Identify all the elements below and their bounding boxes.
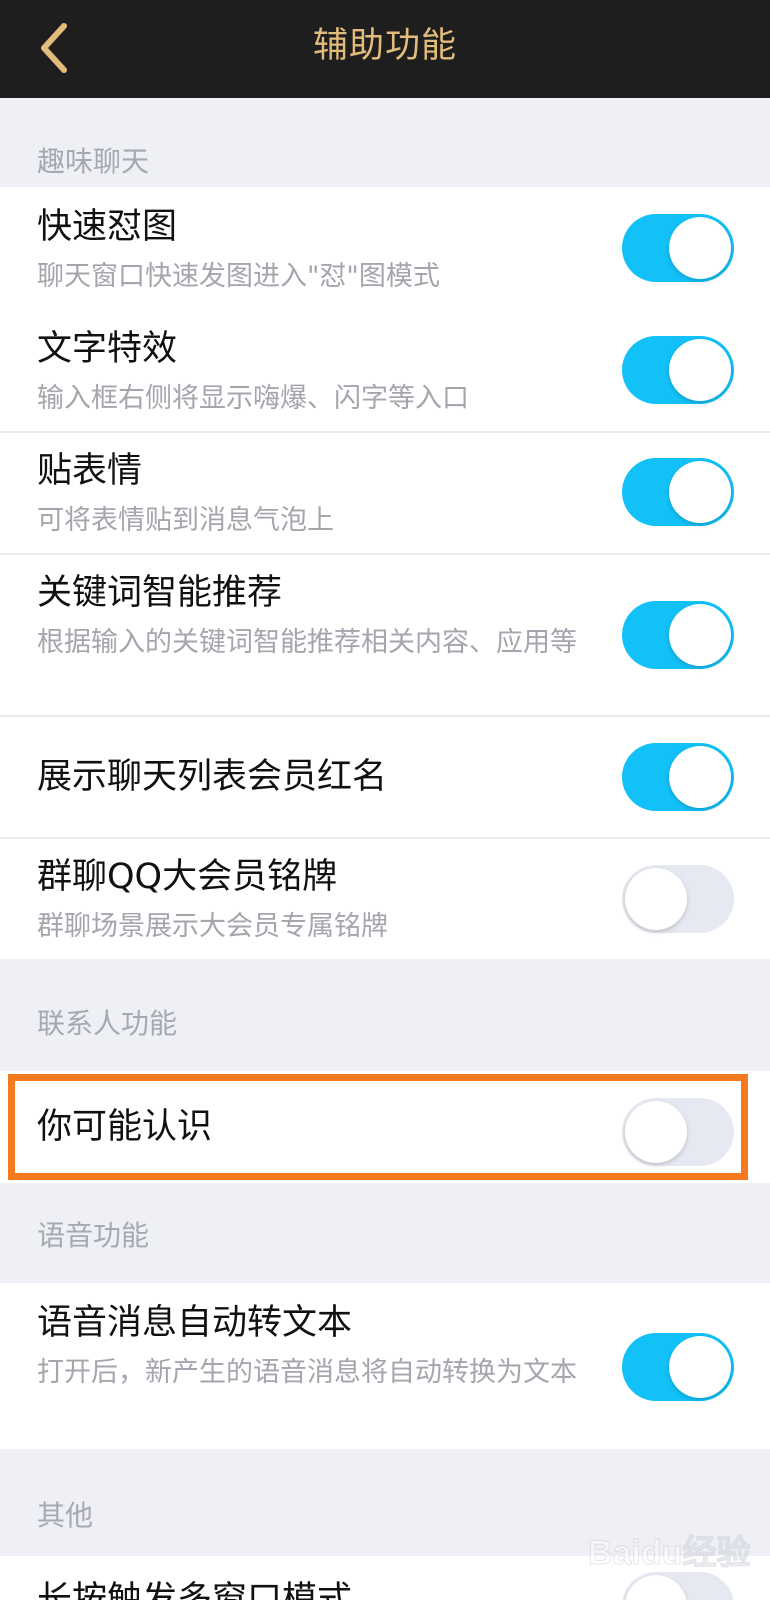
section-header-voice: 语音功能: [37, 1219, 150, 1252]
setting-title: 展示聊天列表会员红名: [37, 757, 388, 797]
toggle-knob: [669, 604, 731, 666]
toggle-knob: [669, 339, 731, 401]
toggle-knob: [669, 1336, 731, 1398]
setting-title: 语音消息自动转文本: [37, 1303, 353, 1343]
watermark-text: Baidu经验: [588, 1533, 750, 1572]
baidu-watermark-logo: Baidu经验: [588, 1522, 758, 1582]
section-header-contacts: 联系人功能: [37, 1007, 178, 1040]
setting-title: 长按触发多窗口模式: [37, 1580, 353, 1600]
setting-subtitle: 打开后，新产生的语音消息将自动转换为文本: [37, 1357, 577, 1388]
setting-row-text-effects: 文字特效 输入框右侧将显示嗨爆、闪字等入口: [0, 309, 770, 431]
setting-row-vip-red-name: 展示聊天列表会员红名: [0, 717, 770, 837]
setting-subtitle: 输入框右侧将显示嗨爆、闪字等入口: [37, 383, 469, 414]
toggle-knob: [669, 461, 731, 523]
setting-title: 你可能认识: [37, 1107, 213, 1147]
setting-subtitle: 聊天窗口快速发图进入"怼"图模式: [37, 261, 440, 292]
setting-title: 贴表情: [37, 451, 143, 491]
section-fun-chat: 快速怼图 聊天窗口快速发图进入"怼"图模式 文字特效 输入框右侧将显示嗨爆、闪字…: [0, 187, 770, 959]
setting-subtitle: 群聊场景展示大会员专属铭牌: [37, 911, 388, 942]
toggle-knob: [625, 1101, 687, 1163]
section-contacts: 你可能认识: [0, 1071, 770, 1183]
section-header-other: 其他: [37, 1499, 94, 1532]
toggle-switch-text-effects[interactable]: [622, 336, 734, 404]
setting-title: 关键词智能推荐: [37, 573, 283, 613]
toggle-knob: [669, 746, 731, 808]
toggle-switch-group-badge[interactable]: [622, 865, 734, 933]
section-voice: 语音消息自动转文本 打开后，新产生的语音消息将自动转换为文本: [0, 1283, 770, 1449]
toggle-switch-people-you-may-know[interactable]: [622, 1098, 734, 1166]
toggle-knob: [669, 217, 731, 279]
setting-row-keyword-recommend: 关键词智能推荐 根据输入的关键词智能推荐相关内容、应用等: [0, 555, 770, 715]
toggle-switch-keyword-recommend[interactable]: [622, 601, 734, 669]
setting-subtitle: 可将表情贴到消息气泡上: [37, 505, 334, 536]
setting-title: 文字特效: [37, 329, 178, 369]
setting-title: 群聊QQ大会员铭牌: [37, 857, 338, 897]
toggle-switch-vip-red-name[interactable]: [622, 743, 734, 811]
setting-row-people-you-may-know: 你可能认识: [0, 1071, 770, 1183]
navigation-bar: 辅助功能: [0, 0, 770, 98]
section-header-fun-chat: 趣味聊天: [37, 145, 150, 178]
setting-row-group-badge: 群聊QQ大会员铭牌 群聊场景展示大会员专属铭牌: [0, 839, 770, 959]
setting-row-quick-image: 快速怼图 聊天窗口快速发图进入"怼"图模式: [0, 187, 770, 309]
page-title: 辅助功能: [312, 26, 457, 66]
toggle-switch-quick-image[interactable]: [622, 214, 734, 282]
setting-title: 快速怼图: [37, 207, 178, 247]
setting-subtitle: 根据输入的关键词智能推荐相关内容、应用等: [37, 627, 577, 658]
toggle-knob: [625, 868, 687, 930]
setting-row-sticker: 贴表情 可将表情贴到消息气泡上: [0, 433, 770, 553]
setting-row-voice-to-text: 语音消息自动转文本 打开后，新产生的语音消息将自动转换为文本: [0, 1283, 770, 1449]
toggle-switch-voice-to-text[interactable]: [622, 1333, 734, 1401]
toggle-switch-sticker[interactable]: [622, 458, 734, 526]
